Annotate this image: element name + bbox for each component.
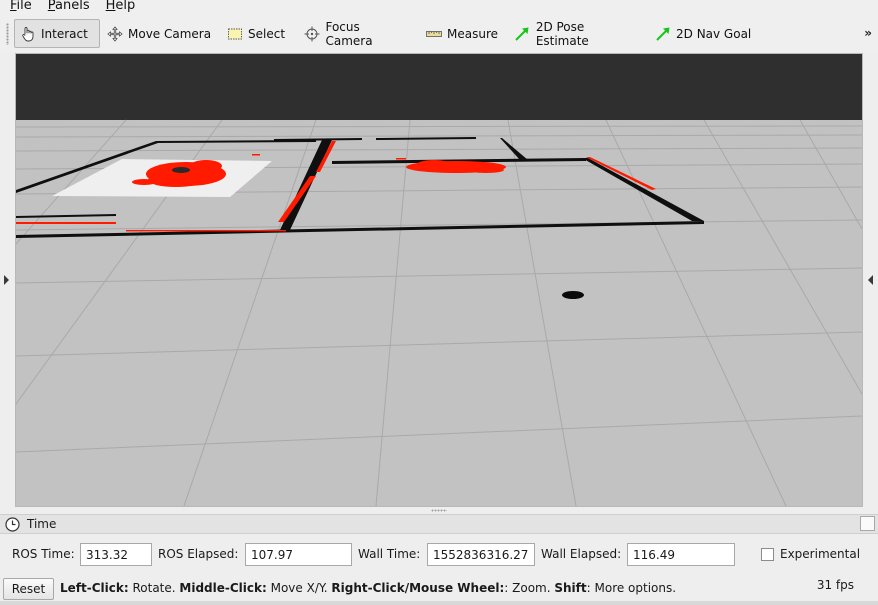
hand-pointer-icon [19, 25, 36, 42]
hint-right-click: Right-Click/Mouse Wheel: [331, 581, 505, 595]
tool-move-camera[interactable]: Move Camera [102, 19, 212, 48]
hint-zoom: : Zoom. [504, 581, 555, 595]
tool-bar: Interact Move Camera Select Focus Camera [0, 14, 878, 52]
toolbar-grip[interactable] [6, 23, 9, 45]
tool-2d-pose-estimate-label: 2D Pose Estimate [535, 19, 589, 48]
mouse-hint-text: Left-Click: Rotate. Middle-Click: Move X… [60, 581, 676, 595]
reset-button[interactable]: Reset [3, 578, 54, 600]
render-3d-view[interactable] [15, 53, 863, 507]
tool-focus-camera[interactable]: Focus Camera [300, 19, 408, 48]
tool-focus-camera-label: Focus Camera [325, 19, 373, 48]
collapse-left-dock-arrow-icon[interactable] [4, 275, 9, 285]
green-arrow-icon [514, 25, 531, 42]
time-panel-title: Time [27, 517, 57, 531]
clock-icon [5, 517, 20, 535]
tool-select-label: Select [248, 26, 286, 41]
hint-left-click: Left-Click: [60, 581, 129, 595]
fps-counter: 31 fps [816, 578, 854, 592]
hint-shift: Shift [554, 581, 587, 595]
time-panel-row: ROS Time: 313.32 ROS Elapsed: 107.97 Wal… [0, 542, 878, 567]
tool-interact-label: Interact [41, 26, 88, 41]
wall-time-field[interactable]: 1552836316.27 [427, 543, 535, 566]
robot-model [172, 167, 190, 173]
scene-background [16, 54, 862, 120]
wall-elapsed-label: Wall Elapsed: [541, 547, 622, 561]
menu-help[interactable]: Help [106, 0, 136, 12]
tool-2d-pose-estimate[interactable]: 2D Pose Estimate [510, 19, 640, 48]
hint-middle-click: Middle-Click: [179, 581, 267, 595]
wall-time-label: Wall Time: [358, 547, 421, 561]
scene-canvas[interactable] [16, 54, 862, 506]
ros-time-field[interactable]: 313.32 [80, 543, 152, 566]
tool-select[interactable]: Select [222, 19, 288, 48]
tool-2d-nav-goal[interactable]: 2D Nav Goal [650, 19, 752, 48]
wall-elapsed-field[interactable]: 116.49 [627, 543, 735, 566]
tool-move-camera-label: Move Camera [128, 26, 212, 41]
undock-panel-button[interactable] [860, 516, 875, 531]
hint-move: Move X/Y. [266, 581, 332, 595]
selection-rectangle-icon [226, 25, 243, 42]
status-bar: Reset Left-Click: Rotate. Middle-Click: … [0, 576, 878, 600]
splitter-handle[interactable] [431, 509, 447, 512]
tool-measure-label: Measure [447, 26, 498, 41]
window-bottom-edge [0, 601, 878, 605]
crosshair-icon [304, 25, 320, 42]
experimental-label: Experimental [780, 547, 861, 561]
menu-bar: File Panels Help [0, 0, 878, 14]
ros-elapsed-field[interactable]: 107.97 [245, 543, 352, 566]
ros-elapsed-label: ROS Elapsed: [158, 547, 239, 561]
green-arrow-icon [654, 25, 671, 42]
tool-measure[interactable]: Measure [421, 19, 499, 48]
floor-marker [562, 291, 584, 299]
time-panel-header: Time [0, 514, 878, 534]
collapse-right-dock-arrow-icon[interactable] [868, 275, 873, 285]
menu-panels[interactable]: Panels [48, 0, 90, 12]
hint-more-options: : More options. [586, 581, 677, 595]
experimental-checkbox[interactable] [761, 548, 774, 561]
tool-interact[interactable]: Interact [14, 19, 100, 48]
ros-time-label: ROS Time: [12, 547, 75, 561]
menu-file[interactable]: File [10, 0, 32, 12]
hint-rotate: Rotate. [128, 581, 180, 595]
move-arrows-icon [106, 25, 123, 42]
tool-2d-nav-goal-label: 2D Nav Goal [676, 26, 752, 41]
ruler-icon [425, 25, 442, 42]
toolbar-overflow-button[interactable]: » [864, 26, 872, 40]
